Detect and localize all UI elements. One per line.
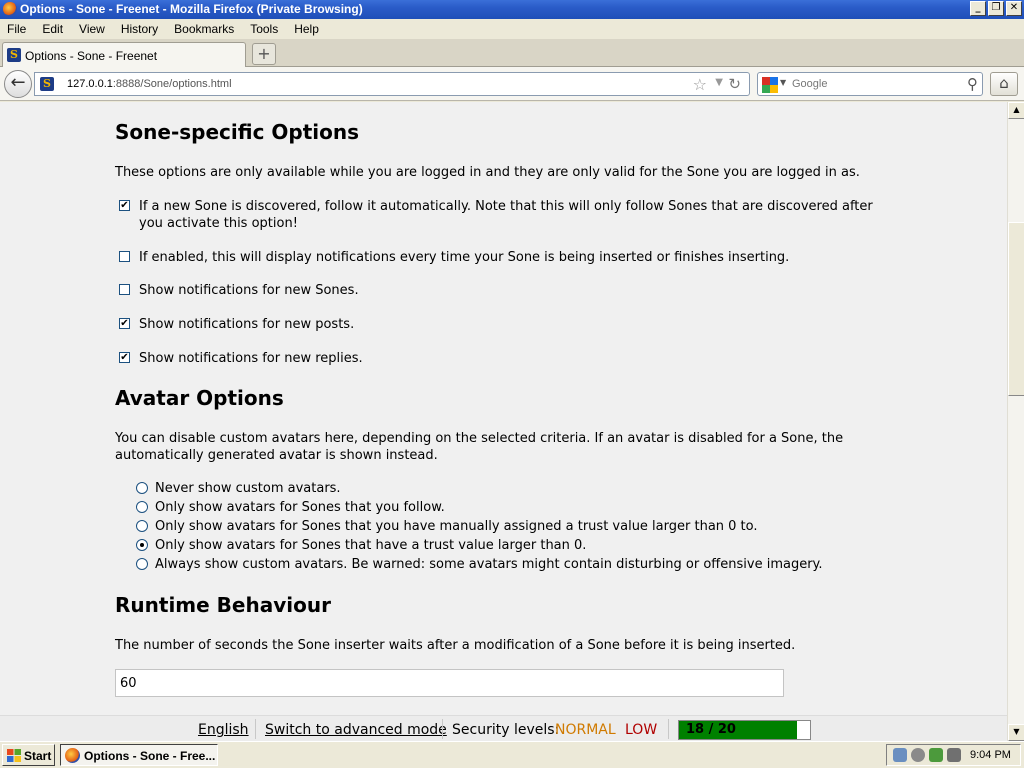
tab-bar: S Options - Sone - Freenet + bbox=[0, 39, 1024, 67]
sone-favicon-icon: S bbox=[7, 48, 21, 62]
physical-security-level[interactable]: LOW bbox=[625, 722, 657, 738]
vertical-scrollbar[interactable]: ▲ ▼ bbox=[1007, 102, 1024, 741]
avatar-options-heading: Avatar Options bbox=[115, 386, 284, 410]
page-content: Sone-specific Options These options are … bbox=[0, 102, 1007, 715]
scroll-up-arrow-icon[interactable]: ▲ bbox=[1008, 102, 1024, 119]
avatar-always-label: Always show custom avatars. Be warned: s… bbox=[155, 557, 823, 572]
url-text[interactable]: 127.0.0.1:8888/Sone/options.html bbox=[67, 78, 232, 90]
reload-icon[interactable]: ↻ bbox=[728, 75, 741, 93]
new-posts-checkbox[interactable]: ✔ bbox=[119, 318, 130, 329]
sone-options-description: These options are only available while y… bbox=[115, 165, 860, 180]
avatar-never-radio[interactable] bbox=[136, 482, 148, 494]
avatar-manual-trust-label: Only show avatars for Sones that you hav… bbox=[155, 519, 758, 534]
insert-notifications-checkbox[interactable] bbox=[119, 251, 130, 262]
tab-options-sone[interactable]: S Options - Sone - Freenet bbox=[2, 42, 246, 67]
menu-history[interactable]: History bbox=[113, 22, 166, 36]
menu-bookmarks[interactable]: Bookmarks bbox=[166, 22, 242, 36]
security-levels-label: Security levels: bbox=[452, 722, 560, 738]
menu-bar: File Edit View History Bookmarks Tools H… bbox=[0, 19, 1024, 39]
avatar-options-description: You can disable custom avatars here, dep… bbox=[115, 431, 844, 463]
scroll-down-arrow-icon[interactable]: ▼ bbox=[1008, 724, 1024, 741]
url-path: :8888/Sone/options.html bbox=[112, 78, 232, 90]
runtime-description: The number of seconds the Sone inserter … bbox=[115, 638, 796, 653]
windows-logo-icon bbox=[7, 749, 21, 762]
start-button[interactable]: Start bbox=[2, 744, 55, 766]
new-sones-label: Show notifications for new Sones. bbox=[139, 283, 359, 298]
minimize-button[interactable]: _ bbox=[970, 1, 986, 16]
firefox-icon bbox=[65, 748, 80, 763]
google-icon[interactable] bbox=[762, 77, 778, 93]
peer-connection-text: 18 / 20 bbox=[686, 722, 736, 737]
vm-tray-icon[interactable] bbox=[947, 748, 961, 762]
menu-edit[interactable]: Edit bbox=[34, 22, 71, 36]
firefox-icon bbox=[3, 2, 17, 16]
insertion-delay-input[interactable]: 60 bbox=[115, 669, 784, 697]
url-host: 127.0.0.1 bbox=[67, 78, 113, 90]
auto-follow-label: If a new Sone is discovered, follow it a… bbox=[139, 199, 873, 231]
system-tray: 9:04 PM bbox=[886, 744, 1021, 766]
menu-view[interactable]: View bbox=[71, 22, 113, 36]
search-placeholder[interactable]: Google bbox=[792, 78, 827, 90]
sone-options-heading: Sone-specific Options bbox=[115, 120, 360, 144]
runtime-heading: Runtime Behaviour bbox=[115, 593, 331, 617]
back-arrow-icon: ← bbox=[10, 72, 26, 93]
window-controls: _ ❐ ✕ bbox=[970, 1, 1022, 16]
home-icon: ⌂ bbox=[999, 74, 1009, 92]
insert-notifications-label: If enabled, this will display notificati… bbox=[139, 250, 790, 265]
advanced-mode-link[interactable]: Switch to advanced mode bbox=[265, 722, 447, 738]
search-icon[interactable]: ⚲ bbox=[967, 75, 978, 93]
start-label: Start bbox=[24, 749, 52, 763]
url-bar[interactable]: S 127.0.0.1:8888/Sone/options.html ☆ ▼ ↻ bbox=[34, 72, 750, 96]
taskbar-clock[interactable]: 9:04 PM bbox=[970, 749, 1011, 761]
new-sones-checkbox[interactable] bbox=[119, 284, 130, 295]
avatar-trusted-radio[interactable] bbox=[136, 539, 148, 551]
new-tab-button[interactable]: + bbox=[252, 43, 276, 65]
freenet-tray-icon[interactable] bbox=[929, 748, 943, 762]
navigation-bar: ← S 127.0.0.1:8888/Sone/options.html ☆ ▼… bbox=[0, 67, 1024, 101]
footer-separator bbox=[442, 719, 443, 739]
auto-follow-checkbox[interactable]: ✔ bbox=[119, 200, 130, 211]
new-replies-label: Show notifications for new replies. bbox=[139, 351, 363, 366]
restore-button[interactable]: ❐ bbox=[988, 1, 1004, 16]
avatar-always-radio[interactable] bbox=[136, 558, 148, 570]
taskbar: Start Options - Sone - Free... 9:04 PM bbox=[0, 741, 1024, 768]
home-button[interactable]: ⌂ bbox=[990, 72, 1018, 96]
new-replies-checkbox[interactable]: ✔ bbox=[119, 352, 130, 363]
close-button[interactable]: ✕ bbox=[1006, 1, 1022, 16]
language-link[interactable]: English bbox=[198, 722, 249, 738]
menu-tools[interactable]: Tools bbox=[242, 22, 286, 36]
tab-label: Options - Sone - Freenet bbox=[25, 49, 158, 63]
footer-separator bbox=[255, 719, 256, 739]
bookmark-star-icon[interactable]: ☆ bbox=[693, 75, 707, 94]
avatar-followed-label: Only show avatars for Sones that you fol… bbox=[155, 500, 445, 515]
page-footer: English Switch to advanced mode Security… bbox=[0, 715, 1007, 741]
footer-separator bbox=[668, 719, 669, 739]
avatar-never-label: Never show custom avatars. bbox=[155, 481, 341, 496]
menu-help[interactable]: Help bbox=[286, 22, 327, 36]
network-tray-icon[interactable] bbox=[893, 748, 907, 762]
avatar-followed-radio[interactable] bbox=[136, 501, 148, 513]
avatar-manual-trust-radio[interactable] bbox=[136, 520, 148, 532]
volume-tray-icon[interactable] bbox=[911, 748, 925, 762]
scroll-thumb[interactable] bbox=[1008, 222, 1024, 396]
window-title-bar: Options - Sone - Freenet - Mozilla Firef… bbox=[0, 0, 1024, 19]
new-posts-label: Show notifications for new posts. bbox=[139, 317, 355, 332]
search-engine-dropdown-icon[interactable]: ▼ bbox=[780, 78, 786, 87]
search-bar[interactable]: ▼ Google ⚲ bbox=[757, 72, 983, 96]
menu-file[interactable]: File bbox=[0, 22, 34, 36]
taskbar-item-label: Options - Sone - Free... bbox=[84, 749, 216, 763]
network-security-level[interactable]: NORMAL bbox=[555, 722, 616, 738]
back-button[interactable]: ← bbox=[4, 70, 32, 98]
site-identity-icon[interactable]: S bbox=[40, 77, 54, 91]
url-dropdown-icon[interactable]: ▼ bbox=[715, 77, 723, 88]
peer-connection-bar[interactable]: 18 / 20 bbox=[678, 720, 811, 740]
window-title: Options - Sone - Freenet - Mozilla Firef… bbox=[20, 2, 363, 16]
taskbar-firefox-item[interactable]: Options - Sone - Free... bbox=[60, 744, 218, 766]
avatar-trusted-label: Only show avatars for Sones that have a … bbox=[155, 538, 587, 553]
